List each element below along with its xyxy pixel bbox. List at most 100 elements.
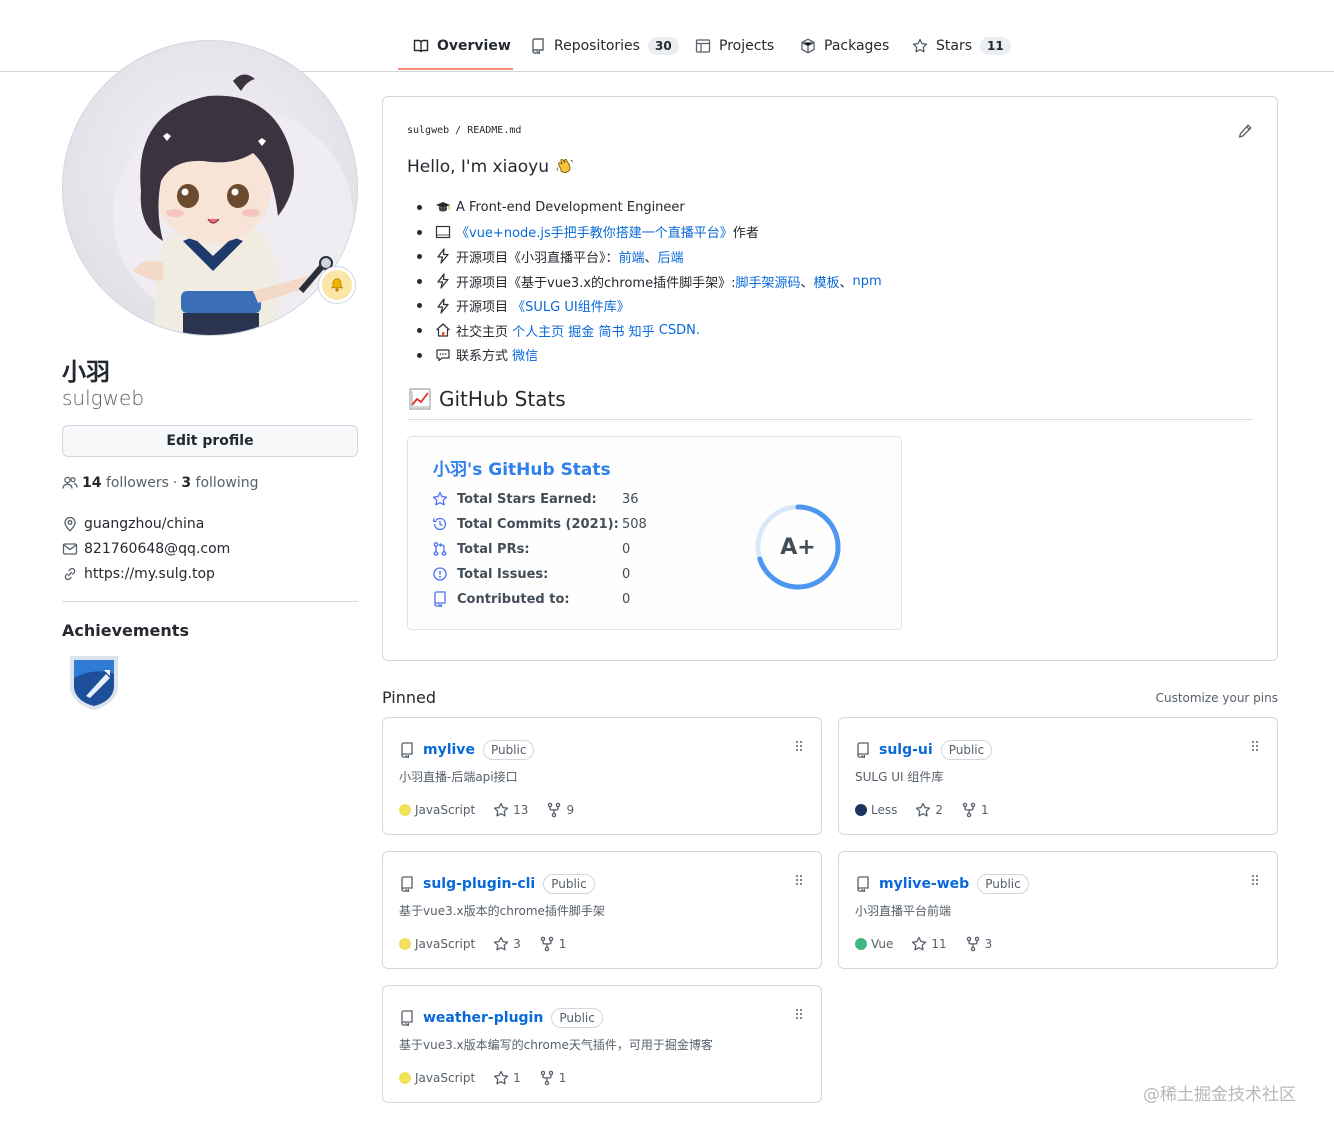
avatar[interactable] [62,40,358,336]
pinned-repo-header: sulg-ui Public [855,740,993,760]
readme-bullet-item: 社交主页 个人主页 掘金 简书 知乎 CSDN. [417,318,882,343]
drag-handle-icon[interactable] [1251,874,1259,886]
readme-link[interactable]: 模板 [814,272,840,291]
star-icon [432,491,448,507]
tab-overview[interactable]: Overview [413,30,511,62]
status-bubble[interactable] [318,266,356,304]
pinned-repo-header: sulg-plugin-cli Public [399,874,595,894]
repo-name-link[interactable]: sulg-ui [879,742,933,758]
drag-handle-icon[interactable] [1251,740,1259,752]
readme-text: 联系方式 [456,349,513,365]
waving-hand-icon [555,157,575,177]
location-item: guangzhou/china [62,516,204,532]
repo-forks-link[interactable]: 3 [965,936,992,952]
tab-projects[interactable]: Projects [695,30,774,62]
drag-handle-icon[interactable] [795,1008,803,1020]
achievement-badge[interactable] [66,652,122,712]
readme-bullet-item: 《vue+node.js手把手教你搭建一个直播平台》 作者 [417,220,882,245]
readme-link[interactable]: 知乎 [629,321,655,340]
readme-link[interactable]: 掘金 [568,321,594,340]
tab-label: Overview [437,38,511,54]
repo-stars-link[interactable]: 2 [915,802,943,818]
graduation-cap-icon [435,199,451,215]
repo-icon [432,591,448,607]
location-text: guangzhou/china [84,516,205,532]
pinned-repo-card: sulg-plugin-cli Public 基于vue3.x版本的chrome插件… [382,851,822,969]
readme-link[interactable]: 前端 [619,247,645,266]
following-link[interactable]: 3 following [181,475,258,491]
readme-link[interactable]: 个人主页 [512,321,564,340]
readme-path[interactable]: sulgweb / README.md [407,125,521,136]
readme-link[interactable]: 《SULG UI组件库》 [512,296,630,315]
readme-bullet-item: 联系方式 微信 [417,343,882,368]
readme-link[interactable]: npm [853,274,882,289]
repo-icon [855,742,871,758]
repo-language: Vue [855,937,893,951]
repo-language: JavaScript [399,937,475,951]
speech-bubble-icon [435,347,451,363]
repo-stars-link[interactable]: 1 [493,1070,521,1086]
pinned-repo-card: mylive Public 小羽直播-后端api接口 JavaScript 13 9 [382,717,822,835]
edit-profile-button[interactable]: Edit profile [62,425,358,457]
repo-name-link[interactable]: mylive [423,742,475,758]
repo-language: JavaScript [399,1071,475,1085]
readme-link[interactable]: 后端 [658,247,684,266]
customize-pins-link[interactable]: Customize your pins [1156,691,1278,705]
email-link[interactable]: 821760648@qq.com [84,541,230,557]
people-icon [62,475,78,491]
readme-text: 开源项目《基于vue3.x的chrome插件脚手架》: [456,275,736,291]
repo-forks-link[interactable]: 1 [539,936,566,952]
readme-text: 开源项目《小羽直播平台》： [456,250,619,266]
star-icon [911,936,927,952]
readme-bullet-item: 开源项目 《SULG UI组件库》 [417,293,882,318]
language-color-dot [399,938,411,950]
repo-stars-link[interactable]: 3 [493,936,521,952]
achievements-title[interactable]: Achievements [62,621,189,640]
stars-count: 13 [513,803,529,817]
following-count: 3 [181,475,192,491]
location-icon [62,516,78,532]
forks-count: 1 [558,1071,567,1085]
fork-icon [961,802,977,818]
readme-link[interactable]: 《vue+node.js手把手教你搭建一个直播平台》 [456,222,733,241]
readme-greeting: Hello, I'm xiaoyu [407,157,575,177]
website-link[interactable]: https://my.sulg.top [84,566,215,582]
stat-row-prs: Total PRs: 0 [432,539,630,559]
repo-forks-link[interactable]: 1 [539,1070,567,1086]
visibility-label: Public [940,740,993,760]
followers-link[interactable]: 14 followers [82,475,169,491]
readme-link[interactable]: CSDN. [659,323,700,338]
stat-value: 0 [622,541,631,557]
stat-label: Total Commits (2021): [457,516,619,532]
language-color-dot [399,1072,411,1084]
drag-handle-icon[interactable] [795,874,803,886]
repo-name-link[interactable]: sulg-plugin-cli [423,876,535,892]
stars-count: 11 [980,37,1011,55]
github-stats-card[interactable]: 小羽's GitHub Stats Total Stars Earned: 36… [407,436,902,630]
repo-name-link[interactable]: weather-plugin [423,1010,543,1026]
tab-packages[interactable]: Packages [800,30,889,62]
repo-forks-link[interactable]: 9 [546,802,574,818]
stat-value: 0 [622,566,631,582]
readme-bullet-item: 开源项目《基于vue3.x的chrome插件脚手架》: 脚手架源码、模板、 npm [417,269,882,294]
pencil-icon[interactable] [1237,123,1253,139]
active-tab-indicator [398,68,513,70]
mail-icon [62,541,78,557]
repo-icon [399,1010,415,1026]
readme-link[interactable]: 简书 [598,321,624,340]
repo-description: 基于vue3.x版本编写的chrome天气插件，可用于掘金博客 [399,1038,713,1052]
readme-link[interactable]: 微信 [512,345,538,364]
tab-stars[interactable]: Stars 11 [912,30,1011,62]
repo-forks-link[interactable]: 1 [961,802,989,818]
repo-stars-link[interactable]: 13 [493,802,528,818]
tab-repositories[interactable]: Repositories 30 [530,30,679,62]
repo-name-link[interactable]: mylive-web [879,876,969,892]
readme-link[interactable]: 脚手架源码 [735,272,800,291]
visibility-label: Public [977,874,1029,894]
readme-text: 开源项目 [456,300,513,316]
stat-value: 36 [622,491,639,507]
stars-count: 11 [931,937,947,951]
repo-stars-link[interactable]: 11 [911,936,947,952]
drag-handle-icon[interactable] [795,740,803,752]
email-item: 821760648@qq.com [62,541,230,557]
